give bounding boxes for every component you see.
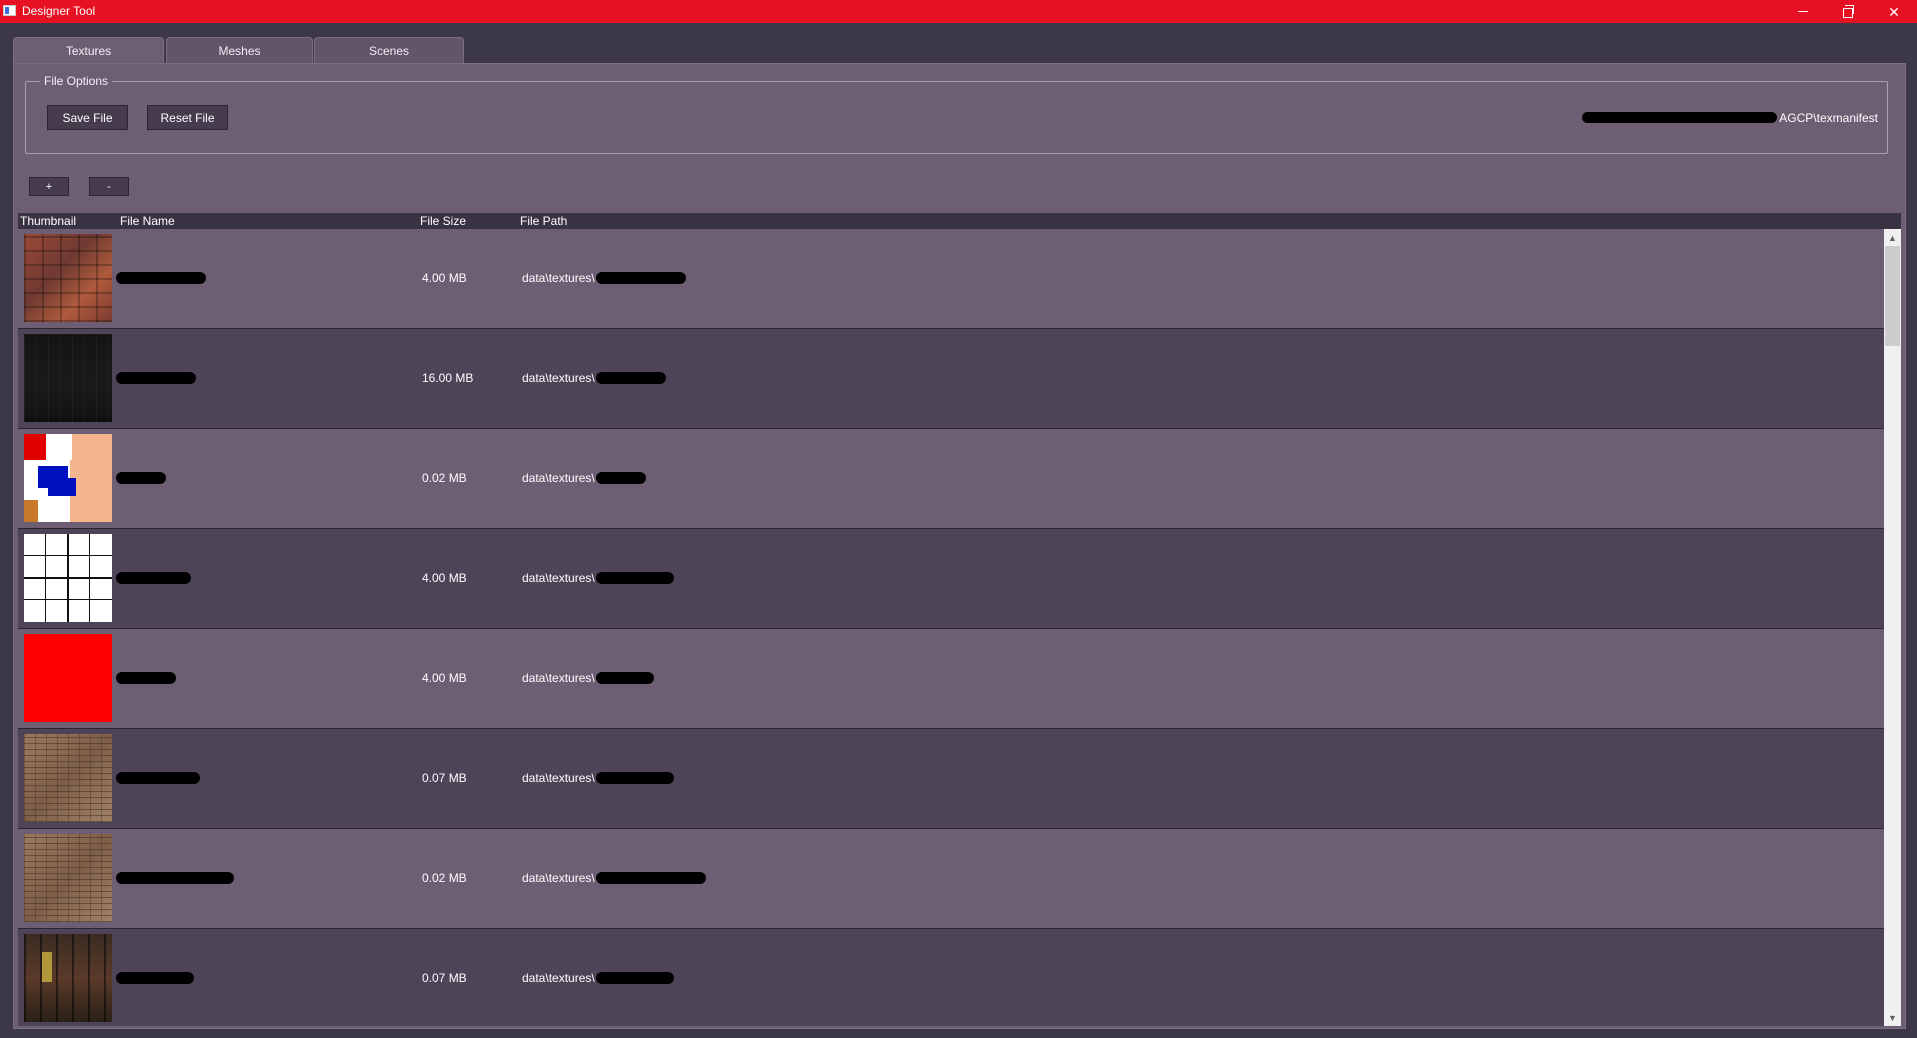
file-size-cell: 0.07 MB xyxy=(422,771,467,785)
app-icon xyxy=(3,5,16,16)
remove-texture-button[interactable]: - xyxy=(89,177,129,196)
title-bar: Designer Tool ✕ xyxy=(0,0,1917,23)
file-path-prefix: data\textures\ xyxy=(522,771,595,785)
table-body: 4.00 MB data\textures\ 16.00 MB data\tex… xyxy=(18,229,1884,1026)
file-size-cell: 4.00 MB xyxy=(422,571,467,585)
close-button[interactable]: ✕ xyxy=(1872,0,1916,23)
redacted-path xyxy=(595,372,666,384)
file-path-cell: data\textures\ xyxy=(522,371,666,385)
file-name-cell xyxy=(116,271,206,285)
redacted-path xyxy=(595,672,654,684)
manifest-path-text: AGCP\texmanifest xyxy=(1779,111,1878,125)
table-row[interactable]: 4.00 MB data\textures\ xyxy=(18,629,1884,729)
scrollbar-thumb[interactable] xyxy=(1885,246,1900,346)
thumbnail-image xyxy=(24,434,112,522)
redacted-path xyxy=(595,572,674,584)
scroll-up-icon[interactable]: ▲ xyxy=(1884,229,1901,246)
header-file-path[interactable]: File Path xyxy=(520,214,567,228)
redacted-name xyxy=(116,472,166,484)
thumbnail-image xyxy=(24,534,112,622)
file-path-cell: data\textures\ xyxy=(522,571,674,585)
scroll-down-icon[interactable]: ▼ xyxy=(1884,1009,1901,1026)
file-path-prefix: data\textures\ xyxy=(522,671,595,685)
file-options-title: File Options xyxy=(40,73,113,89)
file-path-prefix: data\textures\ xyxy=(522,871,595,885)
tab-textures[interactable]: Textures xyxy=(13,37,164,63)
table-row[interactable]: 4.00 MB data\textures\ xyxy=(18,529,1884,629)
header-thumbnail[interactable]: Thumbnail xyxy=(20,214,76,228)
file-size-cell: 0.02 MB xyxy=(422,871,467,885)
header-file-name[interactable]: File Name xyxy=(120,214,175,228)
file-size-cell: 4.00 MB xyxy=(422,271,467,285)
redacted-name xyxy=(116,372,196,384)
file-path-cell: data\textures\ xyxy=(522,871,706,885)
tab-scenes[interactable]: Scenes xyxy=(314,37,464,63)
header-file-size[interactable]: File Size xyxy=(420,214,466,228)
file-size-cell: 0.07 MB xyxy=(422,971,467,985)
vertical-scrollbar[interactable]: ▲ ▼ xyxy=(1884,229,1901,1026)
thumbnail-image xyxy=(24,634,112,722)
file-options-group: File Options Save File Reset File AGCP\t… xyxy=(25,73,1888,154)
table-row[interactable]: 0.07 MB data\textures\ xyxy=(18,929,1884,1026)
file-size-cell: 4.00 MB xyxy=(422,671,467,685)
texture-table: Thumbnail File Name File Size File Path … xyxy=(18,213,1901,1026)
tab-meshes[interactable]: Meshes xyxy=(166,37,313,63)
file-name-cell xyxy=(116,371,196,385)
close-icon: ✕ xyxy=(1888,3,1900,20)
file-name-cell xyxy=(116,671,176,685)
thumbnail-image xyxy=(24,334,112,422)
table-row[interactable]: 4.00 MB data\textures\ xyxy=(18,229,1884,329)
redacted-name xyxy=(116,272,206,284)
add-texture-button[interactable]: + xyxy=(29,177,69,196)
minimize-icon xyxy=(1798,11,1808,12)
file-size-cell: 16.00 MB xyxy=(422,371,474,385)
maximize-button[interactable] xyxy=(1826,0,1870,23)
file-name-cell xyxy=(116,471,166,485)
file-path-cell: data\textures\ xyxy=(522,771,674,785)
thumbnail-image xyxy=(24,734,112,822)
file-name-cell xyxy=(116,871,234,885)
redacted-name xyxy=(116,772,200,784)
table-row[interactable]: 0.02 MB data\textures\ xyxy=(18,429,1884,529)
manifest-path: AGCP\texmanifest xyxy=(1582,111,1878,125)
redacted-name xyxy=(116,572,191,584)
redacted-path xyxy=(595,472,646,484)
file-path-prefix: data\textures\ xyxy=(522,471,595,485)
window-title: Designer Tool xyxy=(22,4,96,18)
file-path-prefix: data\textures\ xyxy=(522,271,595,285)
redacted-path xyxy=(595,972,674,984)
file-size-cell: 0.02 MB xyxy=(422,471,467,485)
file-path-cell: data\textures\ xyxy=(522,471,646,485)
table-row[interactable]: 0.02 MB data\textures\ xyxy=(18,829,1884,929)
redacted-path xyxy=(1582,112,1778,123)
table-row[interactable]: 16.00 MB data\textures\ xyxy=(18,329,1884,429)
restore-icon xyxy=(1843,4,1854,18)
redacted-path xyxy=(595,272,686,284)
file-name-cell xyxy=(116,571,191,585)
redacted-name xyxy=(116,972,194,984)
file-name-cell xyxy=(116,771,200,785)
reset-file-button[interactable]: Reset File xyxy=(147,105,228,130)
file-path-prefix: data\textures\ xyxy=(522,971,595,985)
redacted-name xyxy=(116,872,234,884)
textures-panel: File Options Save File Reset File AGCP\t… xyxy=(13,63,1906,1029)
redacted-path xyxy=(595,772,674,784)
thumbnail-image xyxy=(24,934,112,1022)
save-file-button[interactable]: Save File xyxy=(47,105,128,130)
minimize-button[interactable] xyxy=(1781,0,1825,23)
file-path-prefix: data\textures\ xyxy=(522,571,595,585)
table-row[interactable]: 0.07 MB data\textures\ xyxy=(18,729,1884,829)
redacted-path xyxy=(595,872,706,884)
file-path-prefix: data\textures\ xyxy=(522,371,595,385)
file-name-cell xyxy=(116,971,194,985)
file-path-cell: data\textures\ xyxy=(522,671,654,685)
redacted-name xyxy=(116,672,176,684)
thumbnail-image xyxy=(24,834,112,922)
file-path-cell: data\textures\ xyxy=(522,271,686,285)
file-path-cell: data\textures\ xyxy=(522,971,674,985)
table-header: Thumbnail File Name File Size File Path xyxy=(18,213,1901,229)
thumbnail-image xyxy=(24,234,112,322)
